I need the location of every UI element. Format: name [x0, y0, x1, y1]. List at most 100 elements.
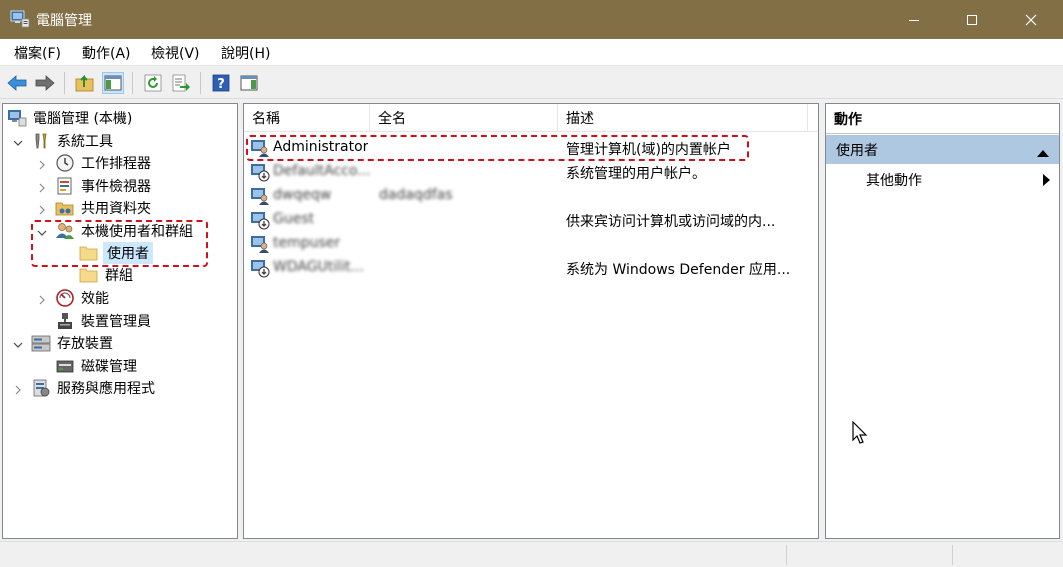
menu-view[interactable]: 檢視(V) — [151, 43, 200, 63]
more-actions-item[interactable]: 其他動作 — [866, 170, 922, 190]
menu-bar: 檔案(F) 動作(A) 檢視(V) 說明(H) — [0, 39, 1063, 66]
minimize-icon — [909, 19, 919, 21]
export-list-icon — [172, 74, 190, 92]
cell-description: 管理计算机(域)的内置帐户 — [566, 142, 731, 158]
forward-button[interactable] — [34, 72, 56, 94]
collapse-triangle-icon[interactable] — [1037, 145, 1049, 161]
expand-chevron-icon[interactable] — [36, 294, 48, 306]
show-hide-action-pane-icon — [240, 75, 258, 91]
export-list-button[interactable] — [170, 72, 192, 94]
help-icon: ? — [212, 74, 230, 92]
tree-item-groups[interactable]: 群組 — [79, 264, 133, 286]
expand-chevron-icon[interactable] — [36, 159, 48, 171]
svg-text:?: ? — [217, 77, 225, 92]
tree-item-services-applications[interactable]: 服務與應用程式 — [31, 377, 155, 399]
toolbar: ? — [0, 67, 1063, 99]
tree-label: 電腦管理 (本機) — [33, 111, 133, 127]
expand-chevron-icon[interactable] — [36, 204, 48, 216]
computer-management-icon — [10, 10, 30, 28]
expand-chevron-icon[interactable] — [36, 182, 48, 194]
table-row[interactable]: Administrator 管理计算机(域)的内置帐户 — [244, 136, 818, 160]
window-title: 電腦管理 — [36, 13, 92, 29]
menu-file[interactable]: 檔案(F) — [14, 43, 61, 63]
submenu-arrow-icon — [1043, 174, 1051, 190]
refresh-icon — [144, 74, 162, 92]
cell-description: 系统管理的用户帐户。 — [566, 166, 706, 182]
actions-pane: 動作 使用者 其他動作 — [825, 103, 1060, 539]
services-icon — [31, 379, 51, 397]
column-description-label: 描述 — [566, 111, 594, 127]
cell-description: 供来宾访问计算机或访问域的内... — [566, 214, 776, 230]
cell-name: DefaultAcco... — [273, 163, 371, 179]
tree-item-task-scheduler[interactable]: 工作排程器 — [55, 152, 151, 174]
close-icon — [1025, 14, 1037, 25]
maximize-button[interactable] — [949, 0, 995, 39]
user-icon — [250, 186, 270, 206]
column-header-name[interactable]: 名稱 — [244, 104, 370, 132]
list-header: 名稱 全名 描述 — [244, 104, 818, 132]
tree-label: 裝置管理員 — [81, 314, 151, 330]
show-hide-tree-button[interactable] — [102, 72, 124, 94]
help-button[interactable]: ? — [210, 72, 232, 94]
actions-section-users[interactable]: 使用者 — [826, 135, 1059, 164]
tree-label: 共用資料夾 — [81, 201, 151, 217]
performance-icon — [55, 289, 75, 307]
tree-item-device-manager[interactable]: 裝置管理員 — [55, 310, 151, 332]
navigation-tree: 電腦管理 (本機) 系統工具 工作排程器 事件檢視器 共用資料夾 本機使用者和群… — [2, 103, 238, 539]
close-button[interactable] — [1008, 0, 1054, 39]
tree-item-system-tools[interactable]: 系統工具 — [31, 130, 113, 152]
tree-item-users[interactable]: 使用者 — [79, 242, 153, 264]
tree-item-shared-folders[interactable]: 共用資料夾 — [55, 197, 151, 219]
status-separator — [952, 545, 953, 565]
cell-description: 系统为 Windows Defender 应用... — [566, 262, 791, 278]
tools-icon — [31, 132, 51, 150]
table-row[interactable]: WDAGUtilit... 系统为 Windows Defender 应用... — [244, 256, 818, 280]
computer-management-icon — [7, 109, 27, 127]
cell-name: Guest — [273, 211, 315, 227]
collapse-chevron-icon[interactable] — [36, 227, 48, 239]
show-hide-action-pane-button[interactable] — [238, 72, 260, 94]
expand-chevron-icon[interactable] — [12, 384, 24, 396]
tree-item-disk-management[interactable]: 磁碟管理 — [55, 355, 137, 377]
column-header-fullname[interactable]: 全名 — [370, 104, 558, 132]
column-header-description[interactable]: 描述 — [558, 104, 808, 132]
menu-help[interactable]: 說明(H) — [221, 43, 270, 63]
user-disabled-icon — [250, 258, 270, 278]
mouse-cursor-icon — [852, 420, 868, 449]
table-row[interactable]: tempuser — [244, 232, 818, 256]
title-bar: 電腦管理 — [0, 0, 1063, 39]
cell-name: Administrator — [273, 139, 369, 155]
cell-name: tempuser — [273, 235, 341, 251]
tree-item-computer-management[interactable]: 電腦管理 (本機) — [7, 107, 132, 129]
users-group-icon — [55, 222, 75, 240]
status-separator — [786, 545, 787, 565]
maximize-icon — [967, 14, 977, 25]
users-list-view: 名稱 全名 描述 Administrator 管理计算机(域)的内置帐户 Def… — [243, 103, 819, 539]
table-row[interactable]: dwqeqw dadaqdfas — [244, 184, 818, 208]
tree-label: 存放裝置 — [57, 336, 113, 352]
back-button[interactable] — [6, 72, 28, 94]
forward-arrow-icon — [35, 75, 55, 91]
minimize-button[interactable] — [891, 0, 937, 39]
tree-item-event-viewer[interactable]: 事件檢視器 — [55, 175, 151, 197]
tree-item-local-users-groups[interactable]: 本機使用者和群組 — [55, 220, 193, 242]
tree-item-storage[interactable]: 存放裝置 — [31, 332, 113, 354]
menu-action[interactable]: 動作(A) — [82, 43, 131, 63]
refresh-button[interactable] — [142, 72, 164, 94]
status-bar — [0, 541, 1063, 567]
tree-label: 磁碟管理 — [81, 359, 137, 375]
shared-folder-icon — [55, 199, 75, 217]
up-one-level-button[interactable] — [74, 72, 96, 94]
tree-label: 本機使用者和群組 — [81, 224, 193, 240]
table-row[interactable]: DefaultAcco... 系统管理的用户帐户。 — [244, 160, 818, 184]
cell-fullname: dadaqdfas — [379, 187, 453, 203]
toolbar-separator — [64, 72, 65, 94]
column-name-label: 名稱 — [252, 111, 280, 127]
folder-icon — [79, 266, 99, 284]
tree-label: 群組 — [105, 268, 133, 284]
collapse-chevron-icon[interactable] — [12, 137, 24, 149]
collapse-chevron-icon[interactable] — [12, 339, 24, 351]
table-row[interactable]: Guest 供来宾访问计算机或访问域的内... — [244, 208, 818, 232]
tree-item-performance[interactable]: 效能 — [55, 287, 109, 309]
user-icon — [250, 138, 270, 158]
